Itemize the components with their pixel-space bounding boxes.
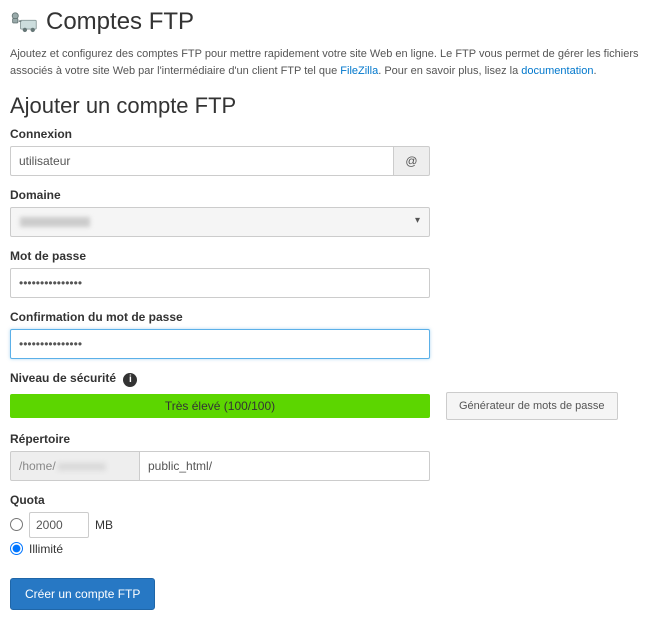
quota-input[interactable] <box>29 512 89 538</box>
filezilla-link[interactable]: FileZilla <box>340 65 378 77</box>
quota-limited-radio[interactable] <box>10 518 23 531</box>
page-title-text: Comptes FTP <box>46 8 194 36</box>
directory-input[interactable] <box>140 451 430 481</box>
login-input[interactable] <box>10 146 394 176</box>
password-label: Mot de passe <box>10 249 660 263</box>
security-label: Niveau de sécurité i <box>10 371 660 387</box>
form-heading: Ajouter un compte FTP <box>10 93 660 119</box>
create-account-button[interactable]: Créer un compte FTP <box>10 578 155 610</box>
confirm-password-input[interactable] <box>10 329 430 359</box>
directory-prefix: /home/xxxxxxxx <box>10 451 140 481</box>
password-generator-button[interactable]: Générateur de mots de passe <box>446 392 618 420</box>
info-icon[interactable]: i <box>123 373 137 387</box>
directory-label: Répertoire <box>10 432 660 446</box>
quota-unit: MB <box>95 518 113 532</box>
ftp-icon <box>10 10 38 34</box>
intro-text: Ajoutez et configurez des comptes FTP po… <box>10 46 660 79</box>
quota-unlimited-radio[interactable] <box>10 542 23 555</box>
page-title: Comptes FTP <box>10 8 660 36</box>
documentation-link[interactable]: documentation <box>521 65 593 77</box>
domain-select[interactable] <box>10 207 430 237</box>
login-label: Connexion <box>10 127 660 141</box>
quota-unlimited-label: Illimité <box>29 542 63 556</box>
at-addon: @ <box>394 146 430 176</box>
confirm-label: Confirmation du mot de passe <box>10 310 660 324</box>
quota-label: Quota <box>10 493 660 507</box>
domain-label: Domaine <box>10 188 660 202</box>
strength-bar: Très élevé (100/100) <box>10 394 430 418</box>
password-input[interactable] <box>10 268 430 298</box>
